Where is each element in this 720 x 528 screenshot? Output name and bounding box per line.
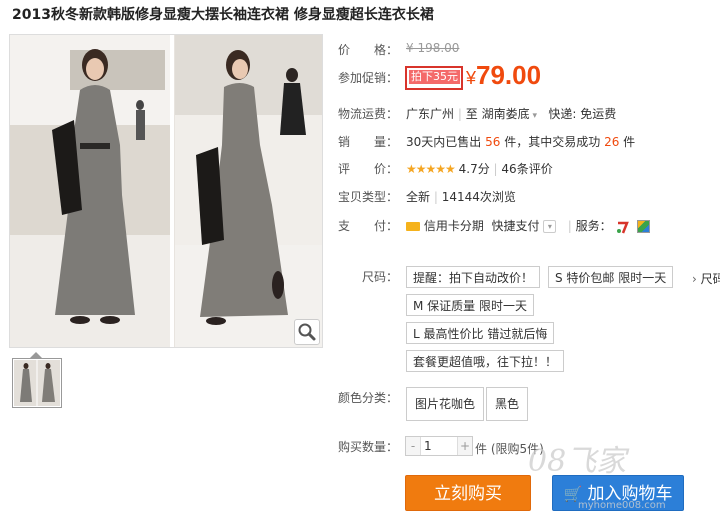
color-option-coffee[interactable]: 图片花咖色 — [406, 387, 485, 421]
sales-label: 销 量： — [338, 135, 399, 149]
currency-symbol: ¥ — [466, 68, 477, 88]
seven-day-return-icon[interactable] — [616, 220, 630, 234]
size-option-l[interactable]: L 最高性价比 错过就后悔 — [406, 322, 555, 344]
type-info: 全新 | 14144次浏览 — [406, 188, 516, 205]
separator: | — [567, 219, 572, 233]
magnifier-icon — [298, 323, 316, 341]
shipping-info: 广东广州 | 至 湖南娄底 ▾ 快递: 免运费 — [406, 105, 616, 122]
quantity-input[interactable]: 1 — [424, 437, 432, 455]
promotion-label: 参加促销： — [338, 71, 399, 85]
thumbnail-1[interactable] — [12, 358, 62, 408]
chevron-down-icon[interactable]: ▾ — [530, 111, 537, 121]
service-label: 服务： — [575, 219, 612, 233]
quantity-stepper[interactable]: - 1 + — [405, 436, 473, 456]
reviews-link[interactable]: 46条评价 — [501, 162, 552, 176]
watermark-logo: 08飞家 — [528, 444, 627, 479]
size-option-s[interactable]: S 特价包邮 限时一天 — [548, 266, 674, 288]
size-option-bundle[interactable]: 套餐更超值哦，往下拉！！ — [406, 350, 565, 372]
payment-info: 信用卡分期 快捷支付 ▾ | 服务： — [406, 217, 651, 234]
ship-to-select[interactable]: 湖南娄底 — [482, 107, 530, 121]
chevron-down-icon[interactable]: ▾ — [543, 220, 557, 233]
color-label: 颜色分类： — [338, 391, 399, 405]
shipping-label: 物流运费： — [338, 107, 399, 121]
buy-now-button[interactable]: 立刻购买 — [405, 475, 531, 511]
rating-info: ★★★★★ 4.7分 | 46条评价 — [406, 160, 553, 177]
quantity-increase-button[interactable]: + — [457, 437, 472, 455]
watermark-url: myhome008.com — [578, 500, 666, 511]
express-fee: 快递: 免运费 — [548, 107, 617, 121]
original-price: ¥ 198.00 — [406, 41, 460, 55]
ship-to-prefix: 至 — [465, 107, 478, 121]
type-label: 宝贝类型： — [338, 190, 399, 204]
separator: | — [493, 162, 498, 176]
zoom-button[interactable] — [294, 319, 320, 345]
product-title: 2013秋冬新款韩版修身显瘦大摆长袖连衣裙 修身显瘦超长连衣长裙 — [12, 7, 434, 23]
payment-label: 支 付： — [338, 219, 399, 233]
separator: | — [457, 107, 462, 121]
sales-prefix: 30天内已售出 — [406, 135, 482, 149]
quick-pay-option[interactable]: 快捷支付 — [491, 219, 539, 233]
sales-suffix: 件 — [623, 135, 636, 149]
view-count: 14144次浏览 — [441, 190, 516, 204]
item-condition: 全新 — [406, 190, 431, 204]
color-option-black[interactable]: 黑色 — [486, 387, 529, 421]
promo-price-value: 79.00 — [476, 60, 542, 90]
rating-label: 评 价： — [338, 162, 399, 176]
separator: | — [433, 190, 438, 204]
promo-price: ¥79.00 — [466, 60, 541, 91]
success-count: 26 — [604, 135, 620, 149]
ship-from: 广东广州 — [406, 107, 455, 121]
credit-card-icon — [406, 222, 420, 231]
star-rating-icon: ★★★★★ — [406, 162, 456, 176]
chevron-right-icon: › — [692, 272, 697, 286]
size-option-m[interactable]: M 保证质量 限时一天 — [406, 294, 534, 316]
quantity-decrease-button[interactable]: - — [406, 437, 421, 455]
sales-info: 30天内已售出 56 件，其中交易成功 26 件 — [406, 133, 635, 150]
size-overflow: › 尺码 — [692, 270, 720, 287]
size-overflow-label: 尺码 — [700, 272, 720, 286]
installment-option[interactable]: 信用卡分期 — [424, 219, 484, 233]
size-label: 尺码： — [362, 270, 399, 284]
sales-count: 56 — [485, 135, 501, 149]
product-main-image[interactable] — [9, 34, 323, 348]
thumbnail-image — [14, 360, 60, 406]
guarantee-icon[interactable] — [637, 220, 651, 233]
promotion-highlight-box — [405, 66, 463, 90]
rating-score: 4.7分 — [458, 162, 490, 176]
product-photo-illustration — [10, 35, 322, 347]
size-option-1[interactable]: 提醒：拍下自动改价！ — [406, 266, 541, 288]
sales-mid: 件，其中交易成功 — [504, 135, 601, 149]
quantity-label: 购买数量： — [338, 440, 399, 454]
price-label: 价 格： — [338, 43, 399, 57]
